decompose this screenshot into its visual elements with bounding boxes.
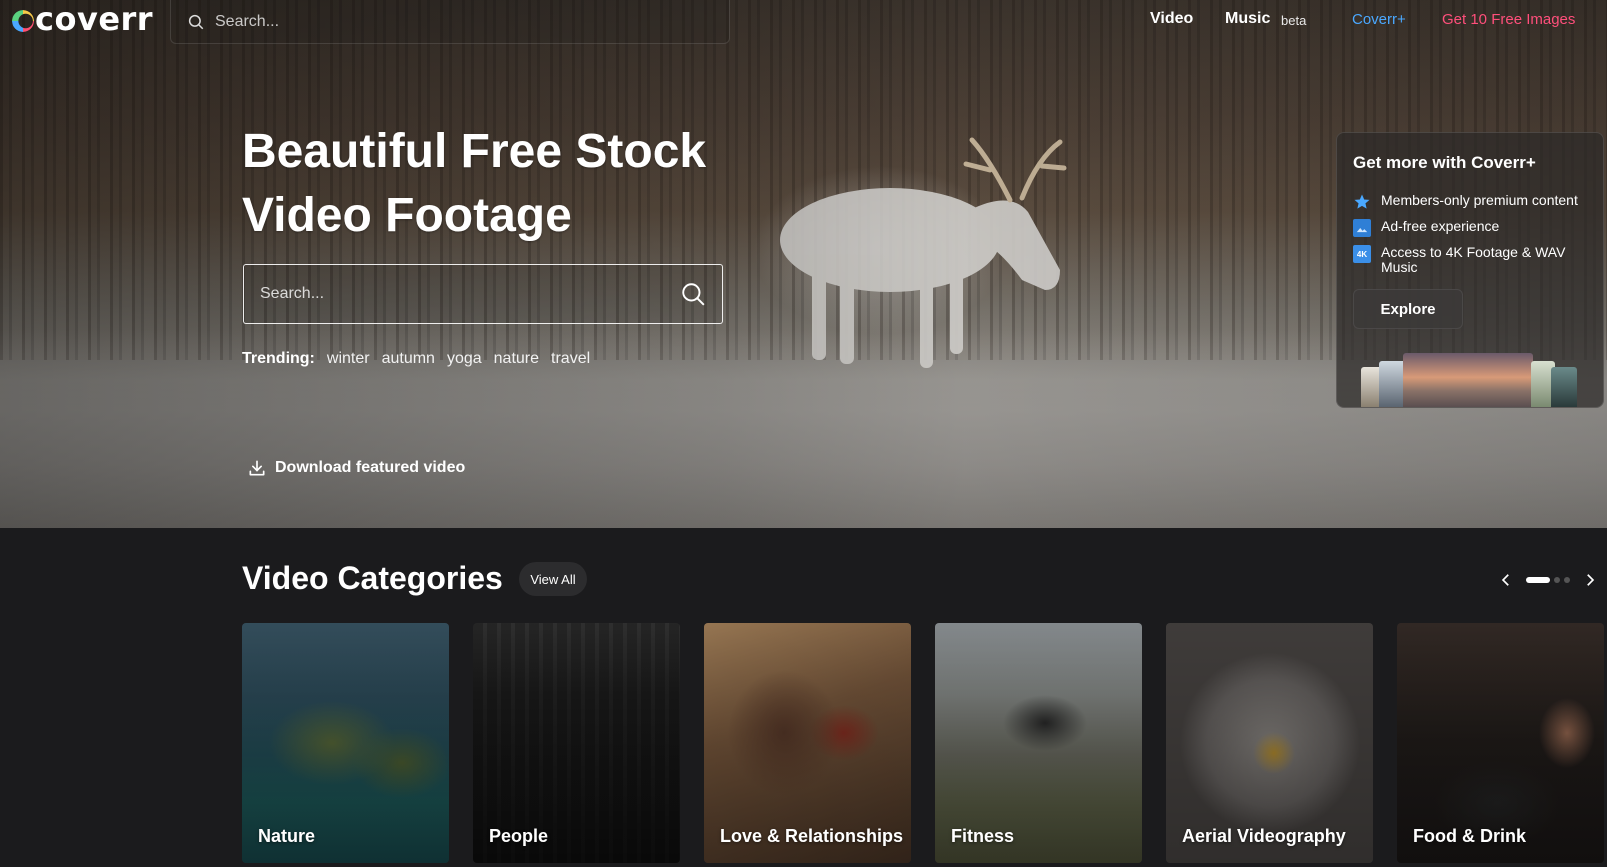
promo-feature-text: Members-only premium content xyxy=(1381,192,1578,208)
promo-title: Get more with Coverr+ xyxy=(1353,153,1536,172)
beta-badge: beta xyxy=(1281,13,1307,28)
hero-title-line1: Beautiful Free Stock xyxy=(242,125,707,178)
coverr-logo[interactable]: coverr xyxy=(12,0,154,38)
trending-tags: Trending: winter autumn yoga nature trav… xyxy=(242,350,602,368)
trending-tag-winter[interactable]: winter xyxy=(327,350,370,368)
logo-mark-icon xyxy=(12,10,34,32)
promo-feature-text: Access to 4K Footage & WAV Music xyxy=(1381,244,1566,275)
category-card-love-relationships[interactable]: Love & Relationships xyxy=(704,623,911,863)
promo-thumb xyxy=(1403,353,1533,407)
category-label: Fitness xyxy=(951,826,1015,846)
promo-feature: Ad-free experience xyxy=(1353,219,1587,237)
trending-tag-autumn[interactable]: autumn xyxy=(382,350,435,368)
carousel-dots xyxy=(1526,577,1570,583)
trending-tag-nature[interactable]: nature xyxy=(494,350,539,368)
category-label: People xyxy=(489,826,549,846)
promo-thumb xyxy=(1551,367,1577,407)
4k-icon: 4K xyxy=(1353,245,1371,263)
promo-feature: 4K Access to 4K Footage & WAV Music xyxy=(1353,245,1587,275)
star-icon xyxy=(1353,193,1371,211)
carousel-dot[interactable] xyxy=(1554,577,1560,583)
header-search-input[interactable] xyxy=(215,12,695,31)
nav-free-images[interactable]: Get 10 Free Images xyxy=(1442,11,1575,28)
category-card-food-drink[interactable]: Food & Drink xyxy=(1397,623,1604,863)
category-label: Aerial Videography xyxy=(1182,826,1346,846)
carousel-dot-active[interactable] xyxy=(1526,577,1550,583)
categories-title: Video Categories xyxy=(242,560,503,596)
search-icon[interactable] xyxy=(680,281,706,307)
logo-text: coverr xyxy=(35,0,154,38)
category-card-people[interactable]: People xyxy=(473,623,680,863)
search-icon xyxy=(188,14,204,29)
download-icon xyxy=(249,460,265,476)
header-search xyxy=(170,0,730,44)
coverr-plus-promo: Get more with Coverr+ Members-only premi… xyxy=(1336,132,1604,408)
promo-thumbnails xyxy=(1361,351,1581,407)
trending-label: Trending: xyxy=(242,350,315,367)
nav-video[interactable]: Video xyxy=(1150,10,1193,28)
chevron-left-icon[interactable] xyxy=(1496,568,1516,592)
promo-feature: Members-only premium content xyxy=(1353,193,1587,211)
carousel-dot[interactable] xyxy=(1564,577,1570,583)
chevron-right-icon[interactable] xyxy=(1580,568,1600,592)
category-label: Food & Drink xyxy=(1413,826,1526,846)
category-card-aerial-videography[interactable]: Aerial Videography xyxy=(1166,623,1373,863)
hero-search-input[interactable] xyxy=(260,285,680,303)
nav-music[interactable]: Music xyxy=(1225,10,1270,28)
hero-search xyxy=(243,264,723,324)
promo-feature-text: Ad-free experience xyxy=(1381,218,1500,234)
explore-button[interactable]: Explore xyxy=(1353,289,1463,329)
carousel-controls xyxy=(1496,568,1600,592)
view-all-button[interactable]: View All xyxy=(519,562,587,596)
image-icon xyxy=(1353,219,1371,237)
category-label: Nature xyxy=(258,826,316,846)
nav-coverr-plus[interactable]: Coverr+ xyxy=(1352,11,1406,28)
category-card-nature[interactable]: Nature xyxy=(242,623,449,863)
site-header: coverr Video Music beta Coverr+ Get 10 F… xyxy=(0,0,1607,44)
download-label: Download featured video xyxy=(275,459,466,476)
category-card-fitness[interactable]: Fitness xyxy=(935,623,1142,863)
trending-tag-yoga[interactable]: yoga xyxy=(447,350,482,368)
hero-title-line2: Video Footage xyxy=(242,189,572,242)
category-cards: Nature People Love & Relationships Fitne… xyxy=(242,623,1604,863)
category-label: Love & Relationships xyxy=(720,826,904,846)
hero-title: Beautiful Free Stock Video Footage xyxy=(242,120,742,248)
download-featured-video[interactable]: Download featured video xyxy=(247,458,465,478)
trending-tag-travel[interactable]: travel xyxy=(551,350,590,368)
